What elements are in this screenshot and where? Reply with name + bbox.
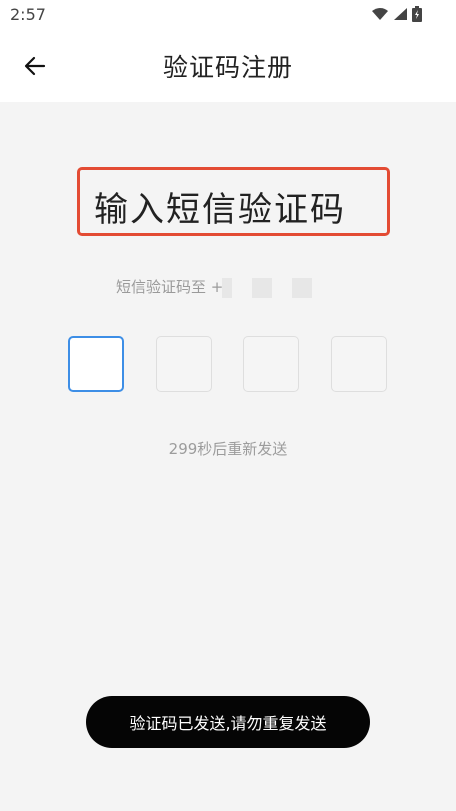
masked-phone-part-2 — [252, 278, 272, 298]
code-input-3[interactable] — [243, 336, 299, 392]
toast-message: 验证码已发送,请勿重复发送 — [86, 696, 370, 748]
header: 2:57 验证码注册 — [0, 0, 456, 102]
sms-code-heading: 输入短信验证码 — [94, 190, 346, 230]
wifi-icon — [372, 8, 388, 20]
resend-countdown: 299秒后重新发送 — [168, 440, 288, 458]
status-bar: 2:57 — [0, 0, 456, 30]
battery-icon — [412, 6, 422, 22]
code-input-1[interactable] — [68, 336, 124, 392]
signal-icon — [394, 8, 407, 20]
masked-phone-part-1 — [222, 278, 232, 298]
page-title: 验证码注册 — [162, 53, 293, 82]
code-input-2[interactable] — [156, 336, 212, 392]
status-time: 2:57 — [10, 5, 46, 24]
nav-bar: 验证码注册 — [0, 30, 456, 102]
masked-phone-part-3 — [292, 278, 312, 298]
status-icons — [371, 6, 422, 22]
code-input-4[interactable] — [331, 336, 387, 392]
sent-to-label: 短信验证码至 + — [116, 278, 224, 296]
